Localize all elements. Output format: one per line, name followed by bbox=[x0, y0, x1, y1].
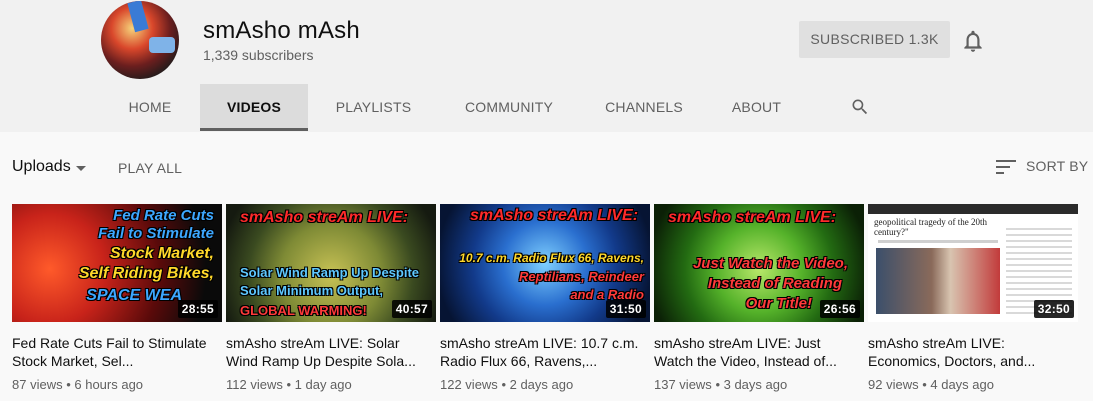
thumbnail-text: Fail to Stimulate bbox=[98, 225, 214, 242]
tab-home[interactable]: HOME bbox=[100, 84, 200, 131]
thumbnail-text: SPACE WEA bbox=[86, 287, 182, 304]
thumbnail-text: Self Riding Bikes, bbox=[78, 265, 214, 282]
thumbnail-text: Fed Rate Cuts bbox=[113, 207, 214, 224]
upload-age: 1 day ago bbox=[294, 377, 352, 392]
video-thumbnail[interactable]: geopolitical tragedy of the 20th century… bbox=[868, 204, 1078, 322]
thumbnail-text: Instead of Reading bbox=[707, 275, 842, 292]
video-duration: 32:50 bbox=[1033, 300, 1074, 318]
video-card[interactable]: Fed Rate Cuts Fail to Stimulate Stock Ma… bbox=[12, 204, 222, 392]
thumbnail-text: Solar Wind Ramp Up Despite bbox=[240, 265, 420, 280]
thumbnail-text: Just Watch the Video, bbox=[692, 255, 848, 272]
video-title[interactable]: smAsho streAm LIVE: 10.7 c.m. Radio Flux… bbox=[440, 334, 650, 370]
subscriber-count: 1,339 subscribers bbox=[203, 47, 314, 63]
tab-playlists[interactable]: PLAYLISTS bbox=[308, 84, 439, 131]
tab-videos[interactable]: VIDEOS bbox=[200, 84, 308, 131]
article-line bbox=[878, 240, 998, 243]
video-title[interactable]: Fed Rate Cuts Fail to Stimulate Stock Ma… bbox=[12, 334, 222, 370]
video-meta: 87 views • 6 hours ago bbox=[12, 377, 222, 392]
video-card[interactable]: smAsho streAm LIVE: 10.7 c.m. Radio Flux… bbox=[440, 204, 650, 392]
avatar-art-accent bbox=[149, 37, 175, 53]
channel-avatar[interactable] bbox=[101, 1, 179, 79]
video-thumbnail[interactable]: smAsho streAm LIVE: 10.7 c.m. Radio Flux… bbox=[440, 204, 650, 322]
video-card[interactable]: geopolitical tragedy of the 20th century… bbox=[868, 204, 1078, 392]
sort-by-button[interactable]: SORT BY bbox=[1026, 158, 1088, 174]
thumbnail-text: 10.7 c.m. Radio Flux 66, Ravens, bbox=[459, 251, 644, 265]
video-duration: 28:55 bbox=[177, 300, 218, 318]
view-count: 92 views bbox=[868, 377, 919, 392]
tab-about[interactable]: ABOUT bbox=[709, 84, 804, 131]
tab-community[interactable]: COMMUNITY bbox=[439, 84, 579, 131]
video-meta: 112 views • 1 day ago bbox=[226, 377, 436, 392]
video-title[interactable]: smAsho streAm LIVE: Solar Wind Ramp Up D… bbox=[226, 334, 436, 370]
thumbnail-text: Reptilians, Reindeer bbox=[519, 269, 644, 284]
thumbnail-text: geopolitical tragedy of the 20th century… bbox=[874, 217, 987, 238]
news-image bbox=[876, 248, 1000, 314]
subscribed-button[interactable]: SUBSCRIBED 1.3K bbox=[799, 21, 950, 58]
view-count: 137 views bbox=[654, 377, 712, 392]
caret-down-icon[interactable] bbox=[76, 166, 86, 171]
upload-age: 3 days ago bbox=[723, 377, 788, 392]
upload-age: 2 days ago bbox=[509, 377, 574, 392]
channel-name: smAsho mAsh bbox=[203, 17, 360, 44]
thumbnail-text: GLOBAL WARMING! bbox=[240, 303, 367, 318]
video-duration: 26:56 bbox=[819, 300, 860, 318]
video-thumbnail[interactable]: smAsho streAm LIVE: Solar Wind Ramp Up D… bbox=[226, 204, 436, 322]
meta-separator: • bbox=[715, 377, 724, 392]
sort-icon[interactable] bbox=[996, 159, 1016, 175]
thumbnail-text: smAsho streAm LIVE: bbox=[668, 209, 837, 226]
tab-channels[interactable]: CHANNELS bbox=[579, 84, 709, 131]
search-icon[interactable] bbox=[850, 97, 870, 117]
video-card[interactable]: smAsho streAm LIVE: Just Watch the Video… bbox=[654, 204, 864, 392]
video-duration: 31:50 bbox=[605, 300, 646, 318]
video-meta: 92 views • 4 days ago bbox=[868, 377, 1078, 392]
bell-icon[interactable] bbox=[960, 28, 986, 54]
browser-toolbar bbox=[868, 204, 1078, 214]
video-meta: 137 views • 3 days ago bbox=[654, 377, 864, 392]
video-card[interactable]: smAsho streAm LIVE: Solar Wind Ramp Up D… bbox=[226, 204, 436, 392]
play-all-button[interactable]: PLAY ALL bbox=[118, 160, 182, 176]
channel-tabs: HOME VIDEOS PLAYLISTS COMMUNITY CHANNELS… bbox=[100, 84, 804, 132]
view-count: 112 views bbox=[226, 377, 283, 392]
video-title[interactable]: smAsho streAm LIVE: Economics, Doctors, … bbox=[868, 334, 1078, 370]
video-duration: 40:57 bbox=[391, 300, 432, 318]
thumbnail-text: Our Title! bbox=[745, 295, 812, 312]
thumbnail-text: smAsho streAm LIVE: bbox=[240, 209, 409, 226]
video-thumbnail[interactable]: Fed Rate Cuts Fail to Stimulate Stock Ma… bbox=[12, 204, 222, 322]
uploads-dropdown[interactable]: Uploads bbox=[12, 158, 71, 176]
channel-header: smAsho mAsh 1,339 subscribers SUBSCRIBED… bbox=[0, 0, 1093, 132]
thumbnail-text: Solar Minimum Output, bbox=[240, 283, 383, 298]
thumbnail-headline: century?" bbox=[874, 226, 909, 237]
video-thumbnail[interactable]: smAsho streAm LIVE: Just Watch the Video… bbox=[654, 204, 864, 322]
view-count: 87 views bbox=[12, 377, 63, 392]
avatar-art bbox=[127, 1, 149, 33]
video-title[interactable]: smAsho streAm LIVE: Just Watch the Video… bbox=[654, 334, 864, 370]
upload-age: 6 hours ago bbox=[74, 377, 144, 392]
thumbnail-text: smAsho streAm LIVE: bbox=[470, 207, 639, 224]
meta-separator: • bbox=[501, 377, 510, 392]
view-count: 122 views bbox=[440, 377, 498, 392]
thumbnail-text: Stock Market, bbox=[109, 245, 214, 262]
meta-separator: • bbox=[286, 377, 295, 392]
video-meta: 122 views • 2 days ago bbox=[440, 377, 650, 392]
upload-age: 4 days ago bbox=[930, 377, 994, 392]
